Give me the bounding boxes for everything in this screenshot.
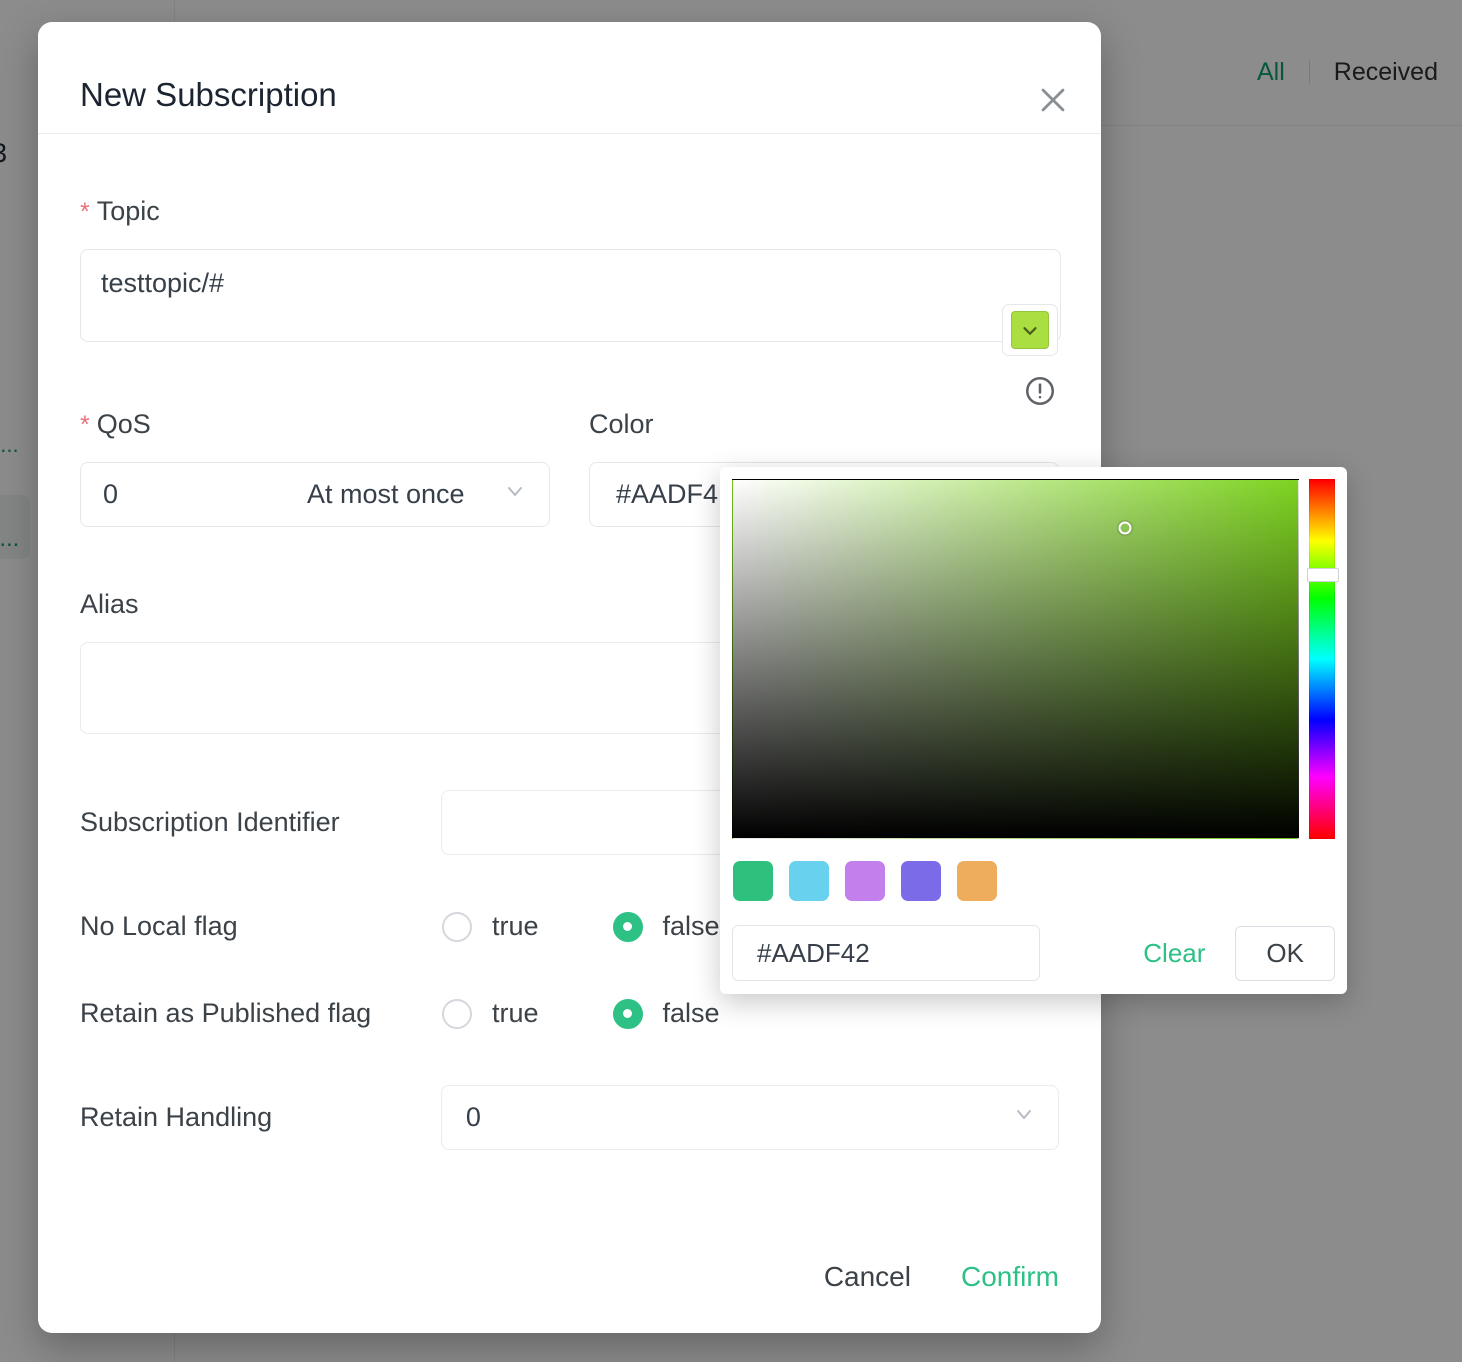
chevron-down-icon [503,479,527,510]
dialog-header: New Subscription [38,22,1101,134]
radio-icon [442,999,472,1029]
chevron-down-icon [1012,1102,1036,1133]
cancel-button[interactable]: Cancel [824,1261,911,1293]
qos-label: QoS [97,409,151,439]
picker-gradient-row [732,479,1335,839]
preset-swatch-indigo[interactable] [901,861,941,901]
preset-swatch-sky-blue[interactable] [789,861,829,901]
dialog-title: New Subscription [80,76,337,114]
retain-as-published-row: Retain as Published flag true false [80,998,1059,1029]
picker-buttons: Clear OK [1135,926,1335,981]
topic-label: Topic [97,196,160,226]
preset-swatch-green[interactable] [733,861,773,901]
radio-icon-selected [613,912,643,942]
radio-label: true [492,998,539,1029]
picker-hex-input[interactable]: #AADF42 [732,925,1040,981]
retain-handling-label: Retain Handling [80,1102,441,1133]
clear-button[interactable]: Clear [1135,938,1213,969]
picker-hex-value: #AADF42 [757,938,870,969]
topic-label-row: *Topic [80,196,1059,227]
chevron-down-icon [1019,319,1041,341]
retain-handling-value: 0 [466,1102,481,1133]
saturation-value-cursor[interactable] [1119,522,1132,535]
qos-value: 0 [103,479,118,510]
preset-swatches [732,861,1335,901]
preset-swatch-orchid[interactable] [845,861,885,901]
required-marker: * [80,411,90,439]
radio-retain-published-false[interactable]: false [613,998,720,1029]
radio-label: true [492,911,539,942]
radio-label: false [663,911,720,942]
picker-actions-row: #AADF42 Clear OK [732,925,1335,981]
qos-select[interactable]: 0 At most once [80,462,550,527]
retain-handling-row: Retain Handling 0 [80,1085,1059,1150]
retain-handling-select[interactable]: 0 [441,1085,1059,1150]
radio-no-local-true[interactable]: true [442,911,539,942]
hue-slider-handle[interactable] [1307,568,1339,582]
color-swatch-button[interactable] [1002,304,1058,356]
required-marker: * [80,198,90,226]
retain-as-published-radios: true false [442,998,794,1029]
confirm-button[interactable]: Confirm [961,1261,1059,1293]
radio-label: false [663,998,720,1029]
dialog-footer: Cancel Confirm [824,1261,1059,1293]
subscription-identifier-label: Subscription Identifier [80,807,441,838]
radio-icon [442,912,472,942]
qos-label-row: *QoS [80,409,589,440]
retain-as-published-label: Retain as Published flag [80,998,442,1029]
preset-swatch-orange[interactable] [957,861,997,901]
close-icon[interactable] [1027,74,1079,126]
radio-no-local-false[interactable]: false [613,911,720,942]
radio-icon-selected [613,999,643,1029]
no-local-flag-label: No Local flag [80,911,442,942]
color-label: Color [589,409,1059,440]
saturation-value-panel[interactable] [732,479,1299,839]
qos-field: *QoS 0 At most once [80,347,589,527]
radio-retain-published-true[interactable]: true [442,998,539,1029]
color-hex-value: #AADF4 [616,479,718,510]
color-swatch [1011,311,1049,349]
ok-button[interactable]: OK [1235,926,1335,981]
topic-input[interactable] [80,249,1061,342]
color-picker-popover: #AADF42 Clear OK [720,467,1347,994]
qos-description: At most once [307,479,465,510]
hue-slider[interactable] [1309,479,1335,839]
